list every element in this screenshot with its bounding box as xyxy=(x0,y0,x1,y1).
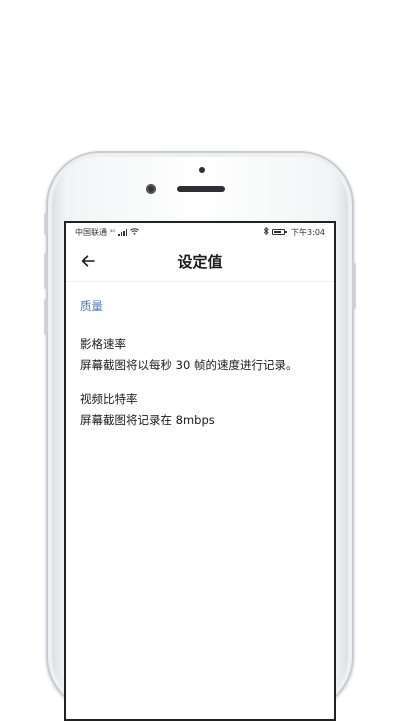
page-title: 设定值 xyxy=(177,252,223,271)
earpiece-speaker xyxy=(177,186,225,192)
battery-icon xyxy=(272,229,288,235)
setting-title: 影格速率 xyxy=(80,337,126,351)
setting-video-bitrate[interactable]: 视频比特率 屏幕截图将记录在 8mbps xyxy=(80,391,320,428)
settings-content: 质量 影格速率 屏幕截图将以每秒 30 帧的速度进行记录。 视频比特率 屏幕截图… xyxy=(66,282,334,428)
power-button xyxy=(353,263,356,309)
phone-screen: 中国联通 ⁴ᴳ 下午3:04 设定值 质量 影格速率 屏幕截图将以每秒 30 帧… xyxy=(64,221,336,721)
status-right: 下午3:04 xyxy=(263,226,325,238)
front-camera xyxy=(146,184,156,194)
arrow-left-icon xyxy=(81,252,95,271)
setting-frame-rate[interactable]: 影格速率 屏幕截图将以每秒 30 帧的速度进行记录。 xyxy=(80,336,320,373)
proximity-sensor xyxy=(199,167,205,173)
back-button[interactable] xyxy=(78,251,98,271)
app-bar: 设定值 xyxy=(66,241,334,282)
bluetooth-icon xyxy=(263,226,269,237)
setting-description: 屏幕截图将记录在 8mbps xyxy=(80,413,215,427)
setting-title: 视频比特率 xyxy=(80,392,138,406)
volume-up-button xyxy=(44,253,47,289)
volume-down-button xyxy=(44,299,47,335)
status-bar: 中国联通 ⁴ᴳ 下午3:04 xyxy=(66,223,334,241)
carrier-label: 中国联通 xyxy=(75,227,107,237)
section-header-quality: 质量 xyxy=(80,299,103,313)
status-left: 中国联通 ⁴ᴳ xyxy=(75,227,140,238)
mute-switch xyxy=(44,213,47,235)
setting-description: 屏幕截图将以每秒 30 帧的速度进行记录。 xyxy=(80,358,298,372)
phone-frame: 中国联通 ⁴ᴳ 下午3:04 设定值 质量 影格速率 屏幕截图将以每秒 30 帧… xyxy=(44,151,356,721)
signal-icon xyxy=(118,228,128,236)
wifi-icon xyxy=(130,227,140,237)
network-type-label: ⁴ᴳ xyxy=(110,228,116,236)
status-time: 下午3:04 xyxy=(291,227,325,237)
